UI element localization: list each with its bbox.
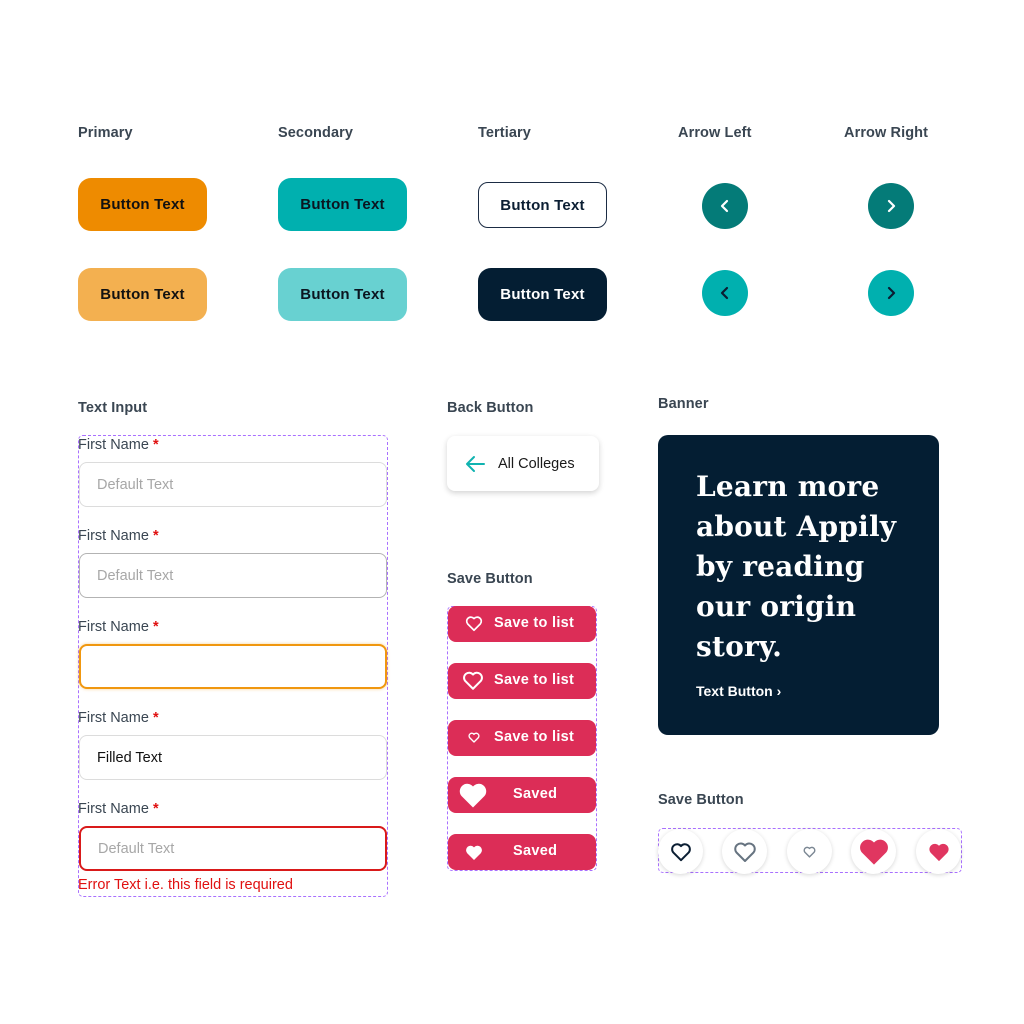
field-label: First Name * bbox=[78, 801, 159, 817]
save-button-section-label: Save Button bbox=[447, 571, 533, 587]
saved-button-label: Saved bbox=[513, 843, 558, 859]
saved-circle-button[interactable] bbox=[916, 829, 961, 874]
banner-title: Learn more about Appily by reading our o… bbox=[696, 470, 897, 663]
save-button-label: Save to list bbox=[494, 672, 575, 688]
arrow-left-icon bbox=[466, 455, 485, 472]
tertiary-button-hover[interactable]: Button Text bbox=[478, 268, 607, 321]
tertiary-section-label: Tertiary bbox=[478, 125, 531, 141]
field-label: First Name * bbox=[78, 437, 159, 453]
banner-section-label: Banner bbox=[658, 396, 709, 412]
secondary-button[interactable]: Button Text bbox=[278, 178, 407, 231]
back-button[interactable]: All Colleges bbox=[447, 436, 599, 491]
required-mark: * bbox=[152, 619, 159, 635]
required-mark: * bbox=[152, 528, 159, 544]
chevron-left-icon bbox=[720, 199, 729, 213]
save-circle-button-pressed[interactable] bbox=[787, 829, 832, 874]
required-mark: * bbox=[152, 437, 159, 453]
saved-button-label: Saved bbox=[513, 786, 558, 802]
banner: Learn more about Appily by reading our o… bbox=[658, 435, 939, 735]
arrow-right-section-label: Arrow Right bbox=[844, 125, 929, 141]
heart-outline-small-icon bbox=[803, 846, 816, 858]
primary-button[interactable]: Button Text bbox=[78, 178, 207, 231]
field-label-text: First Name bbox=[78, 619, 149, 635]
save-to-list-button-pressed[interactable]: Save to list bbox=[448, 720, 596, 756]
field-label-text: First Name bbox=[78, 710, 149, 726]
chevron-left-icon bbox=[720, 286, 729, 300]
input-placeholder: Default Text bbox=[97, 567, 174, 584]
primary-button-hover[interactable]: Button Text bbox=[78, 268, 207, 321]
error-message: Error Text i.e. this field is required bbox=[78, 877, 293, 893]
arrow-left-button[interactable] bbox=[702, 183, 748, 229]
save-button-label: Save to list bbox=[494, 729, 575, 745]
saved-button[interactable]: Saved bbox=[448, 834, 596, 870]
required-mark: * bbox=[152, 801, 159, 817]
saved-circle-button-hover[interactable] bbox=[851, 829, 896, 874]
heart-filled-icon bbox=[928, 843, 949, 861]
tertiary-button[interactable]: Button Text bbox=[478, 182, 607, 228]
heart-outline-icon bbox=[462, 670, 484, 691]
chevron-right-icon bbox=[887, 286, 896, 300]
save-circle-button[interactable] bbox=[658, 829, 703, 874]
save-button-label: Save to list bbox=[494, 615, 575, 631]
field-label-text: First Name bbox=[78, 801, 149, 817]
field-label-text: First Name bbox=[78, 437, 149, 453]
saved-button-hover[interactable]: Saved bbox=[448, 777, 596, 813]
arrow-right-button-hover[interactable] bbox=[868, 270, 914, 316]
back-button-section-label: Back Button bbox=[447, 400, 534, 416]
arrow-left-button-hover[interactable] bbox=[702, 270, 748, 316]
arrow-right-button[interactable] bbox=[868, 183, 914, 229]
first-name-input-hover[interactable]: Default Text bbox=[79, 553, 387, 598]
heart-outline-icon bbox=[733, 842, 756, 862]
chevron-right-icon bbox=[887, 199, 896, 213]
field-label-text: First Name bbox=[78, 528, 149, 544]
input-placeholder: Default Text bbox=[97, 476, 174, 493]
first-name-input-error[interactable]: Default Text bbox=[79, 826, 387, 871]
heart-filled-large-icon bbox=[458, 781, 488, 809]
save-circle-button-hover[interactable] bbox=[722, 829, 767, 874]
primary-section-label: Primary bbox=[78, 125, 133, 141]
banner-text-button[interactable]: Text Button › bbox=[696, 683, 781, 699]
field-label: First Name * bbox=[78, 619, 159, 635]
save-to-list-button[interactable]: Save to list bbox=[448, 606, 596, 642]
first-name-input-focus[interactable] bbox=[79, 644, 387, 689]
required-mark: * bbox=[152, 710, 159, 726]
save-circle-section-label: Save Button bbox=[658, 792, 744, 808]
text-input-section-label: Text Input bbox=[78, 400, 148, 416]
input-value: Filled Text bbox=[97, 749, 163, 766]
field-label: First Name * bbox=[78, 528, 159, 544]
back-button-label: All Colleges bbox=[498, 455, 575, 472]
field-label: First Name * bbox=[78, 710, 159, 726]
heart-outline-icon bbox=[465, 615, 483, 632]
arrow-left-section-label: Arrow Left bbox=[678, 125, 752, 141]
heart-filled-icon bbox=[465, 844, 483, 861]
first-name-input-default[interactable]: Default Text bbox=[79, 462, 387, 507]
heart-filled-large-icon bbox=[859, 839, 888, 865]
secondary-button-hover[interactable]: Button Text bbox=[278, 268, 407, 321]
heart-outline-icon bbox=[670, 842, 691, 861]
secondary-section-label: Secondary bbox=[278, 125, 354, 141]
first-name-input-filled[interactable]: Filled Text bbox=[79, 735, 387, 780]
heart-outline-small-icon bbox=[468, 732, 480, 743]
input-placeholder: Default Text bbox=[98, 840, 175, 857]
save-to-list-button-hover[interactable]: Save to list bbox=[448, 663, 596, 699]
